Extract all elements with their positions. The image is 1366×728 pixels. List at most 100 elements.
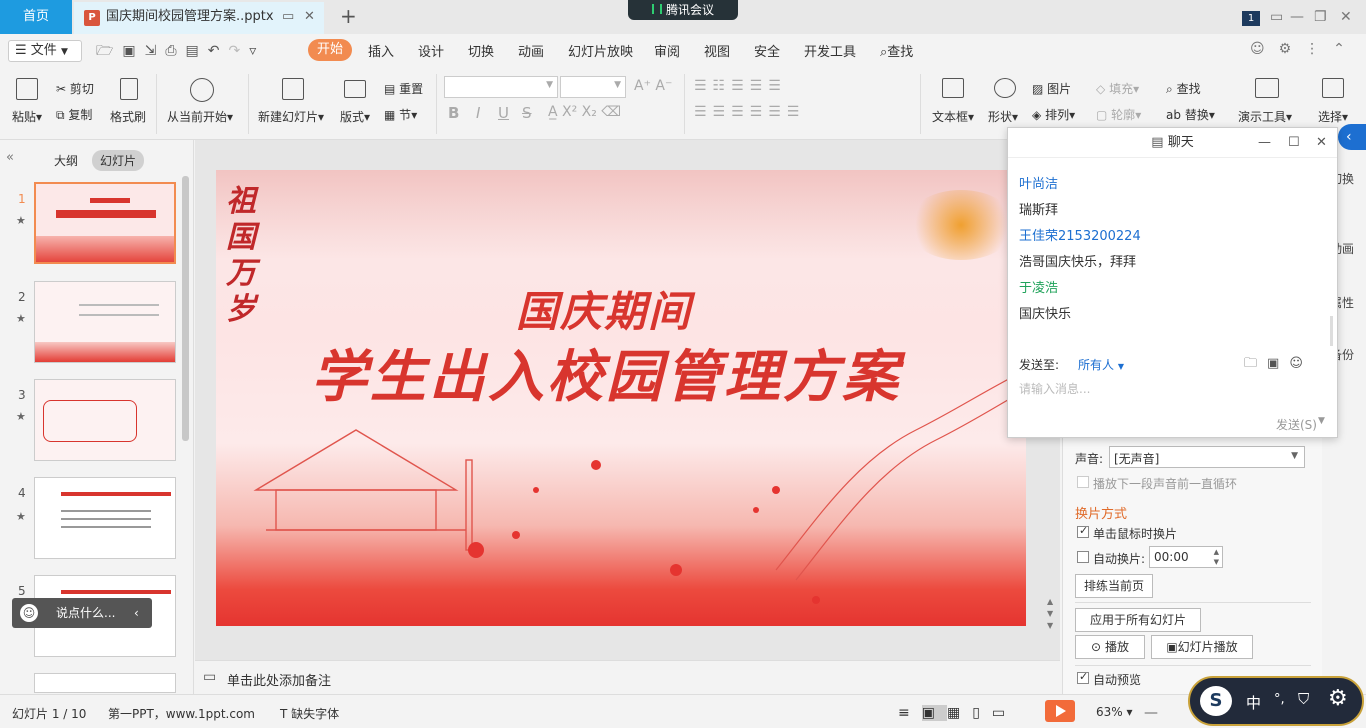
notes-view-icon[interactable]: ≡ xyxy=(898,705,922,721)
rehearse-button[interactable]: 排练当前页 xyxy=(1075,574,1153,598)
layout-button[interactable]: 版式▾ xyxy=(340,108,370,125)
tab-start[interactable]: 开始 xyxy=(308,39,352,61)
menubar-right-icons[interactable]: ☺⚙⋮⌃ xyxy=(1250,41,1359,57)
loop-checkbox[interactable] xyxy=(1077,476,1089,488)
fill-button[interactable]: ◇ 填充▾ xyxy=(1096,80,1139,97)
slide-title-line1[interactable]: 国庆期间 xyxy=(516,278,692,339)
replace-button[interactable]: ab 替换▾ xyxy=(1166,106,1215,123)
sorter-view-icon[interactable]: ▦ xyxy=(947,705,972,721)
notification-badge[interactable]: 1 xyxy=(1242,11,1260,26)
zoom-select[interactable]: 63% ▾ xyxy=(1096,705,1133,719)
cut-button[interactable]: ✂ 剪切 xyxy=(56,80,94,97)
strikethrough-button[interactable]: S xyxy=(522,104,532,122)
auto-advance-time-input[interactable]: 00:00 ▲ ▼ xyxy=(1149,546,1223,568)
chat-scrollbar[interactable] xyxy=(1330,316,1333,346)
minimize-icon[interactable]: — xyxy=(1258,128,1271,158)
scroll-arrows[interactable]: ▲ ▼ ▼ xyxy=(1047,596,1053,632)
export-icon[interactable]: ⇲ xyxy=(145,43,166,59)
undo-icon[interactable]: ↶ xyxy=(208,43,229,59)
close-window-icon[interactable]: ✕ xyxy=(1340,0,1352,34)
layout-icon[interactable]: ▭ xyxy=(1270,0,1283,34)
notes-pane[interactable]: ▭ 单击此处添加备注 xyxy=(195,660,1060,694)
tab-slides[interactable]: 幻灯片 xyxy=(92,150,145,171)
slide-thumbnail-6[interactable] xyxy=(34,673,176,693)
tab-insert[interactable]: 插入 xyxy=(368,41,394,60)
section-button[interactable]: ▦ 节▾ xyxy=(384,106,417,123)
chevron-left-icon[interactable]: ‹ xyxy=(134,598,139,628)
ime-mode[interactable]: 中 xyxy=(1246,692,1261,713)
tab-developer[interactable]: 开发工具 xyxy=(804,41,856,60)
slide-thumbnail-2[interactable] xyxy=(34,281,176,363)
chat-message-input[interactable]: 请输入消息... xyxy=(1019,380,1090,397)
tab-view[interactable]: 视图 xyxy=(704,41,730,60)
font-size-select[interactable]: ▼ xyxy=(560,76,626,98)
send-options-icon[interactable]: ▼ xyxy=(1318,416,1325,426)
play-button[interactable]: ⊙ 播放 xyxy=(1075,635,1145,659)
paragraph-align-icons[interactable]: ☰☰☰☰☰☰ xyxy=(694,104,805,120)
spinner-icon[interactable]: ▲ ▼ xyxy=(1214,547,1219,567)
slide-main[interactable]: 祖国万岁 国庆期间 学生出入校园管理方案 xyxy=(216,170,1026,626)
save-icon[interactable]: ▣ xyxy=(122,43,144,59)
redo-icon[interactable]: ↷ xyxy=(229,43,250,59)
ime-toolbar[interactable]: S 中 °, ⛉ ⚙ xyxy=(1188,676,1364,726)
slideshow-button[interactable]: ▣幻灯片播放 xyxy=(1151,635,1253,659)
sound-select[interactable]: [无声音] ▼ xyxy=(1109,446,1305,468)
folder-icon[interactable]: 🗀 xyxy=(1244,356,1267,371)
slide-thumbnail-1[interactable] xyxy=(34,182,176,264)
restore-tab-icon[interactable]: ▭ xyxy=(282,2,294,32)
preview-icon[interactable]: ▤ xyxy=(186,43,208,59)
select-button[interactable]: 选择▾ xyxy=(1318,108,1348,125)
tab-animation[interactable]: 动画 xyxy=(518,41,544,60)
from-current-button[interactable]: 从当前开始▾ xyxy=(167,108,233,125)
file-menu-button[interactable]: ☰ 文件 ▼ xyxy=(8,40,82,62)
text-format-icons[interactable]: A̲ X² X₂ ⌫ xyxy=(548,104,621,120)
reading-view-icon[interactable]: ▯ xyxy=(972,705,992,721)
send-to-select[interactable]: 所有人 ▼ xyxy=(1078,356,1124,373)
font-family-select[interactable]: ▼ xyxy=(444,76,558,98)
reset-button[interactable]: ▤ 重置 xyxy=(384,80,423,97)
search-button[interactable]: ⌕查找 xyxy=(880,41,913,60)
format-painter-button[interactable]: 格式刷 xyxy=(110,108,146,125)
new-tab-button[interactable]: + xyxy=(340,4,357,28)
font-grow-icon[interactable]: A⁺ A⁻ xyxy=(634,78,672,94)
picture-button[interactable]: ▨ 图片 xyxy=(1032,80,1071,97)
slide-thumbnail-3[interactable] xyxy=(34,379,176,461)
home-tab[interactable]: 首页 xyxy=(0,0,72,34)
punctuation-icon[interactable]: °, xyxy=(1274,692,1285,707)
close-icon[interactable]: ✕ xyxy=(1316,128,1327,158)
find-button[interactable]: ⌕ 查找 xyxy=(1166,80,1201,97)
send-button[interactable]: 发送(S) xyxy=(1276,416,1317,433)
textbox-button[interactable]: 文本框▾ xyxy=(932,108,974,125)
tab-slideshow[interactable]: 幻灯片放映 xyxy=(568,41,633,60)
missing-font-button[interactable]: T 缺失字体 xyxy=(280,705,339,722)
tab-outline[interactable]: 大纲 xyxy=(46,150,86,171)
open-icon[interactable]: 🗁 xyxy=(96,43,122,59)
paste-button[interactable]: 粘贴▾ xyxy=(12,108,42,125)
new-slide-button[interactable]: 新建幻灯片▾ xyxy=(258,108,324,125)
user-icon[interactable]: ☺ xyxy=(1289,356,1313,371)
shape-button[interactable]: 形状▾ xyxy=(988,108,1018,125)
chat-input-bar[interactable]: ☺ 说点什么... ‹ xyxy=(12,598,152,628)
close-tab-icon[interactable]: ✕ xyxy=(304,2,315,32)
collapse-sidebar-button[interactable]: ‹ xyxy=(1338,124,1366,150)
gear-icon[interactable]: ⚙ xyxy=(1328,686,1348,711)
more-icon[interactable]: ▿ xyxy=(249,43,265,59)
document-tab[interactable]: P 国庆期间校园管理方案..pptx ▭ ✕ xyxy=(74,2,324,34)
chat-tools[interactable]: 🗀▣☺ xyxy=(1244,354,1313,376)
apply-all-button[interactable]: 应用于所有幻灯片 xyxy=(1075,608,1201,632)
presenter-tools-button[interactable]: 演示工具▾ xyxy=(1238,108,1292,125)
more-vertical-icon[interactable]: ⋮ xyxy=(1305,41,1333,57)
normal-view-icon[interactable]: ▣ xyxy=(921,705,947,721)
collapse-panel-icon[interactable]: « xyxy=(6,150,14,165)
copy-button[interactable]: ⧉ 复制 xyxy=(56,106,92,123)
bold-button[interactable]: B xyxy=(448,104,459,122)
tab-security[interactable]: 安全 xyxy=(754,41,780,60)
screenshot-icon[interactable]: ▣ xyxy=(1267,356,1289,371)
zoom-out-icon[interactable]: — xyxy=(1144,705,1158,721)
on-click-checkbox[interactable] xyxy=(1077,524,1089,538)
comment-icon[interactable]: ☺ xyxy=(1250,41,1279,57)
italic-button[interactable]: I xyxy=(476,104,480,122)
collapse-ribbon-icon[interactable]: ⌃ xyxy=(1333,41,1359,57)
tab-design[interactable]: 设计 xyxy=(418,41,444,60)
tencent-meeting-indicator[interactable]: 腾讯会议 xyxy=(628,0,738,20)
